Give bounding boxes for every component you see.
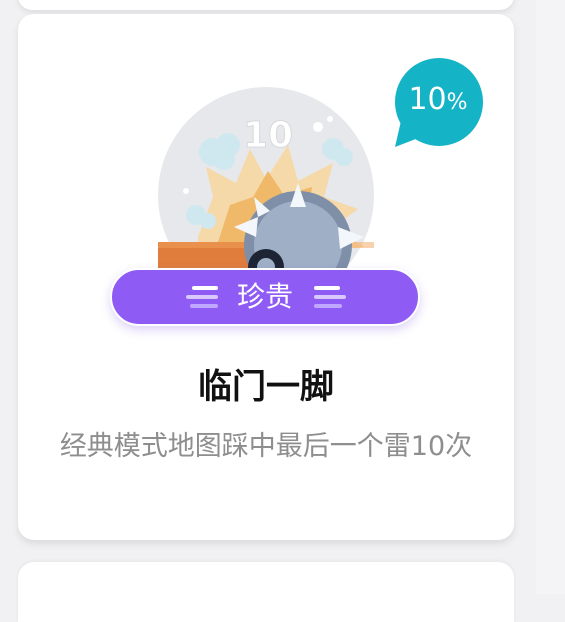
scroll-gutter	[536, 0, 565, 594]
achievement-description: 经典模式地图踩中最后一个雷10次	[59, 431, 473, 462]
next-achievement-card[interactable]	[18, 562, 514, 622]
rarity-ribbon: 珍贵	[110, 268, 420, 326]
svg-text:10: 10	[243, 115, 293, 156]
completion-percent: 10%	[408, 82, 468, 117]
rarity-label: 珍贵	[236, 280, 293, 313]
ribbon-stripes-right-icon	[314, 286, 346, 308]
achievement-title: 临门一脚	[198, 367, 334, 407]
previous-achievement-card[interactable]	[18, 0, 514, 10]
